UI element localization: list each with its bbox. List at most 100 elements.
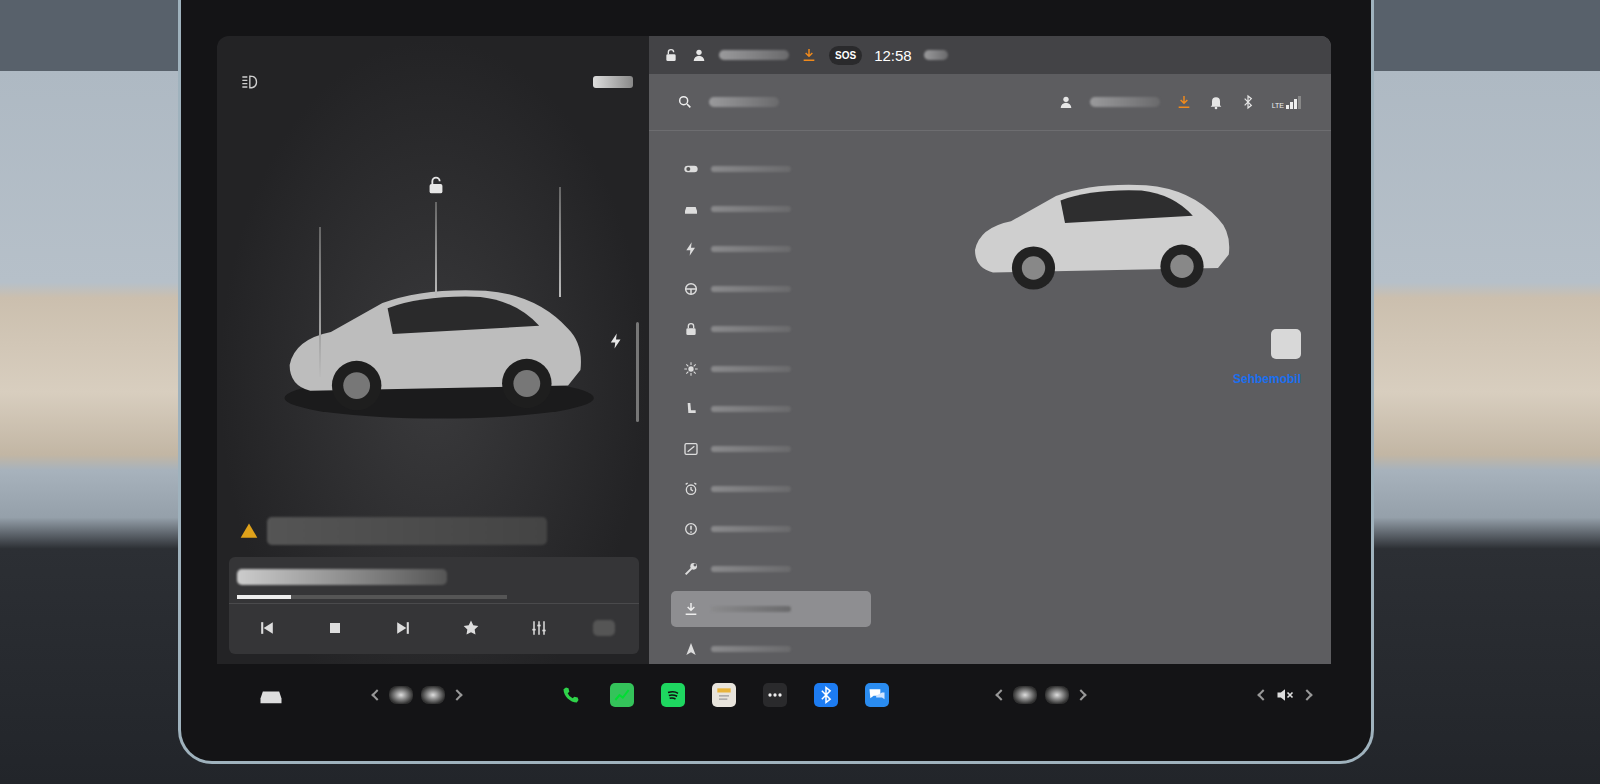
- menu-label-blurred: [711, 526, 791, 532]
- stop-icon: [325, 618, 345, 638]
- profile-icon[interactable]: [691, 47, 707, 63]
- media-source-blurred: [593, 620, 615, 636]
- settings-detail: Sehbemobil: [871, 131, 1331, 664]
- app-glyph-icon: [816, 685, 836, 705]
- settings-menu-item[interactable]: [671, 551, 871, 587]
- volume-icon[interactable]: [1275, 685, 1295, 705]
- warning-icon: [239, 521, 259, 541]
- settings-menu: [649, 131, 871, 664]
- settings-menu-item[interactable]: [671, 471, 871, 507]
- settings-menu-item[interactable]: [671, 151, 871, 187]
- menu-label-blurred: [711, 566, 791, 572]
- next-button[interactable]: [389, 614, 417, 642]
- lock-icon[interactable]: [425, 174, 447, 196]
- car-panel: [217, 36, 649, 664]
- download-icon[interactable]: [1176, 94, 1192, 110]
- stop-button[interactable]: [321, 614, 349, 642]
- previous-icon: [257, 618, 277, 638]
- previous-button[interactable]: [253, 614, 281, 642]
- alert-text-blurred: [267, 517, 547, 545]
- favorite-button[interactable]: [457, 614, 485, 642]
- frunk-pin[interactable]: [319, 227, 321, 377]
- signal-bar: [1286, 105, 1289, 109]
- settings-menu-item[interactable]: [671, 591, 871, 627]
- menu-label-blurred: [711, 406, 791, 412]
- energy-app-icon[interactable]: [610, 683, 634, 707]
- settings-menu-item[interactable]: [671, 391, 871, 427]
- settings-menu-item[interactable]: [671, 631, 871, 664]
- charge-port-icon[interactable]: [607, 332, 625, 350]
- lock-status-icon[interactable]: [663, 47, 679, 63]
- settings-menu-item[interactable]: [671, 191, 871, 227]
- settings-menu-item[interactable]: [671, 231, 871, 267]
- media-controls: [229, 604, 639, 654]
- search-icon[interactable]: [677, 94, 693, 110]
- profile-icon[interactable]: [1058, 94, 1074, 110]
- settings-menu-item[interactable]: [671, 351, 871, 387]
- messages-app-icon[interactable]: [865, 683, 889, 707]
- chevron-left-icon[interactable]: [995, 689, 1006, 700]
- scroll-indicator: [636, 322, 639, 422]
- chevron-right-icon[interactable]: [1075, 689, 1086, 700]
- alert-row[interactable]: [229, 505, 639, 557]
- option-row: [1271, 313, 1301, 359]
- menu-label-blurred: [711, 326, 791, 332]
- download-status-icon[interactable]: [801, 47, 817, 63]
- spotify-app-icon[interactable]: [661, 683, 685, 707]
- volume-control[interactable]: [1259, 685, 1311, 705]
- car-stage: [229, 92, 639, 505]
- lock-pin[interactable]: [435, 202, 437, 297]
- settings-menu-item[interactable]: [671, 431, 871, 467]
- more-app-icon[interactable]: [763, 683, 787, 707]
- app-glyph-icon: [561, 685, 581, 705]
- car-image: [951, 133, 1251, 313]
- favorite-icon: [461, 618, 481, 638]
- app-glyph-icon: [714, 685, 734, 705]
- app-glyph-icon: [867, 685, 887, 705]
- battery-blurred: [593, 76, 633, 88]
- chevron-right-icon[interactable]: [451, 689, 462, 700]
- settings-menu-item[interactable]: [671, 271, 871, 307]
- notes-app-icon[interactable]: [712, 683, 736, 707]
- driver-name-blurred: [1090, 97, 1160, 107]
- sos-badge[interactable]: SOS: [829, 46, 862, 65]
- bluetooth-app-icon[interactable]: [814, 683, 838, 707]
- chevron-right-icon[interactable]: [1301, 689, 1312, 700]
- media-info: [229, 557, 639, 604]
- detail-link[interactable]: Sehbemobil: [1233, 372, 1301, 386]
- track-progress[interactable]: [237, 595, 507, 599]
- auto-headlight-icon[interactable]: [239, 72, 259, 92]
- phone-app-icon[interactable]: [559, 683, 583, 707]
- menu-label-blurred: [711, 366, 791, 372]
- track-title-blurred: [237, 569, 447, 585]
- touchscreen: SOS 12:58 LTE Sehbemobil: [178, 0, 1374, 764]
- equalizer-button[interactable]: [525, 614, 553, 642]
- dashboard: SOS 12:58 LTE Sehbemobil: [0, 0, 1600, 784]
- network-type: LTE: [1272, 102, 1284, 109]
- signal-bar: [1298, 96, 1301, 109]
- menu-label-blurred: [711, 606, 791, 612]
- settings-panel: SOS 12:58 LTE Sehbemobil: [649, 36, 1331, 664]
- clock: 12:58: [874, 47, 912, 64]
- app-launcher: [559, 683, 889, 707]
- climate-control[interactable]: [373, 686, 461, 704]
- option-checkbox[interactable]: [1271, 329, 1301, 359]
- toggle-icon: [683, 161, 699, 177]
- chevron-left-icon[interactable]: [371, 689, 382, 700]
- trunk-pin[interactable]: [559, 187, 561, 297]
- settings-menu-item[interactable]: [671, 311, 871, 347]
- display-icon: [683, 441, 699, 457]
- app-glyph-icon: [612, 685, 632, 705]
- alarm-icon: [683, 481, 699, 497]
- settings-menu-item[interactable]: [671, 511, 871, 547]
- navigate-icon: [683, 641, 699, 657]
- search-field-blurred[interactable]: [709, 97, 779, 107]
- wheel-icon: [683, 281, 699, 297]
- chevron-left-icon[interactable]: [1257, 689, 1268, 700]
- car-controls-icon[interactable]: [257, 681, 285, 709]
- bell-icon[interactable]: [1208, 94, 1224, 110]
- charge-icon: [683, 241, 699, 257]
- bluetooth-icon[interactable]: [1240, 94, 1256, 110]
- media-player: [229, 557, 639, 654]
- passenger-climate[interactable]: [997, 686, 1085, 704]
